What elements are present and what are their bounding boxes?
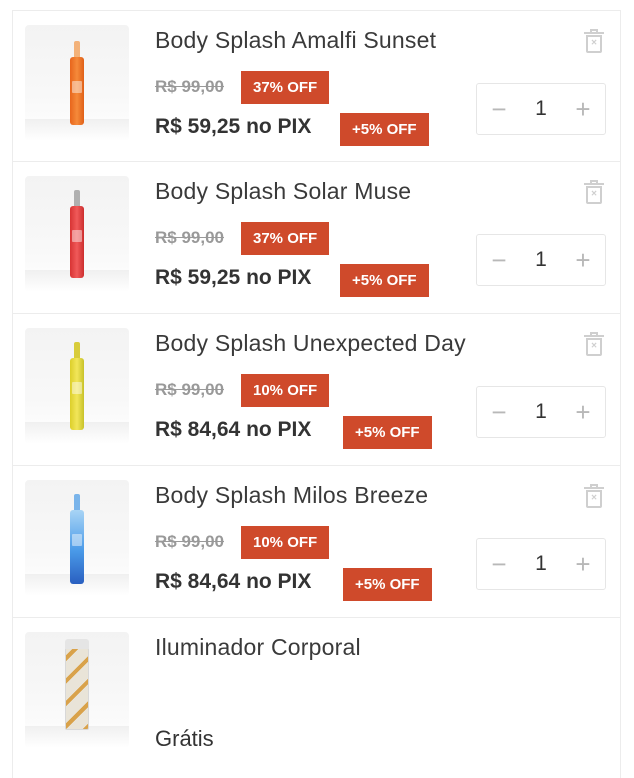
quantity-value[interactable]: 1 <box>521 387 561 437</box>
cart-item: Body Splash Unexpected Day R$ 99,00 10% … <box>12 314 621 466</box>
original-price: R$ 99,00 <box>155 380 224 399</box>
original-price: R$ 99,00 <box>155 77 224 96</box>
pix-price: R$ 59,25 no PIX <box>155 266 312 289</box>
cart-item: Body Splash Solar Muse R$ 99,00 37% OFF … <box>12 162 621 314</box>
quantity-stepper: − 1 + <box>476 386 606 438</box>
product-name[interactable]: Body Splash Unexpected Day <box>155 330 466 357</box>
product-image[interactable] <box>25 176 129 292</box>
pix-discount-badge: +5% OFF <box>343 416 432 449</box>
pix-price: R$ 59,25 no PIX <box>155 115 312 138</box>
product-image[interactable] <box>25 328 129 444</box>
quantity-stepper: − 1 + <box>476 538 606 590</box>
cart-item: Body Splash Amalfi Sunset R$ 99,00 37% O… <box>12 10 621 162</box>
cart-list: Body Splash Amalfi Sunset R$ 99,00 37% O… <box>12 10 621 778</box>
increase-quantity-button[interactable]: + <box>561 387 605 437</box>
discount-badge: 37% OFF <box>241 71 330 104</box>
product-image[interactable] <box>25 480 129 596</box>
increase-quantity-button[interactable]: + <box>561 235 605 285</box>
pix-discount-badge: +5% OFF <box>343 568 432 601</box>
product-name[interactable]: Body Splash Amalfi Sunset <box>155 27 436 54</box>
product-name[interactable]: Body Splash Solar Muse <box>155 178 411 205</box>
product-name[interactable]: Iluminador Corporal <box>155 634 361 661</box>
decrease-quantity-button[interactable]: − <box>477 84 521 134</box>
remove-item-button[interactable]: × <box>584 29 604 53</box>
remove-item-button[interactable]: × <box>584 484 604 508</box>
quantity-value[interactable]: 1 <box>521 235 561 285</box>
discount-badge: 37% OFF <box>241 222 330 255</box>
cart-item: Body Splash Milos Breeze R$ 99,00 10% OF… <box>12 466 621 618</box>
cart-item-gift: Iluminador Corporal Grátis <box>12 618 621 778</box>
decrease-quantity-button[interactable]: − <box>477 539 521 589</box>
increase-quantity-button[interactable]: + <box>561 539 605 589</box>
pix-discount-badge: +5% OFF <box>340 264 429 297</box>
quantity-stepper: − 1 + <box>476 234 606 286</box>
product-image[interactable] <box>25 632 129 748</box>
original-price: R$ 99,00 <box>155 532 224 551</box>
original-price: R$ 99,00 <box>155 228 224 247</box>
quantity-stepper: − 1 + <box>476 83 606 135</box>
decrease-quantity-button[interactable]: − <box>477 387 521 437</box>
pix-price: R$ 84,64 no PIX <box>155 418 312 441</box>
pix-price: R$ 84,64 no PIX <box>155 570 312 593</box>
free-price-label: Grátis <box>155 726 214 751</box>
increase-quantity-button[interactable]: + <box>561 84 605 134</box>
decrease-quantity-button[interactable]: − <box>477 235 521 285</box>
pix-discount-badge: +5% OFF <box>340 113 429 146</box>
discount-badge: 10% OFF <box>241 526 330 559</box>
product-name[interactable]: Body Splash Milos Breeze <box>155 482 428 509</box>
product-image[interactable] <box>25 25 129 141</box>
remove-item-button[interactable]: × <box>584 180 604 204</box>
quantity-value[interactable]: 1 <box>521 539 561 589</box>
quantity-value[interactable]: 1 <box>521 84 561 134</box>
remove-item-button[interactable]: × <box>584 332 604 356</box>
discount-badge: 10% OFF <box>241 374 330 407</box>
